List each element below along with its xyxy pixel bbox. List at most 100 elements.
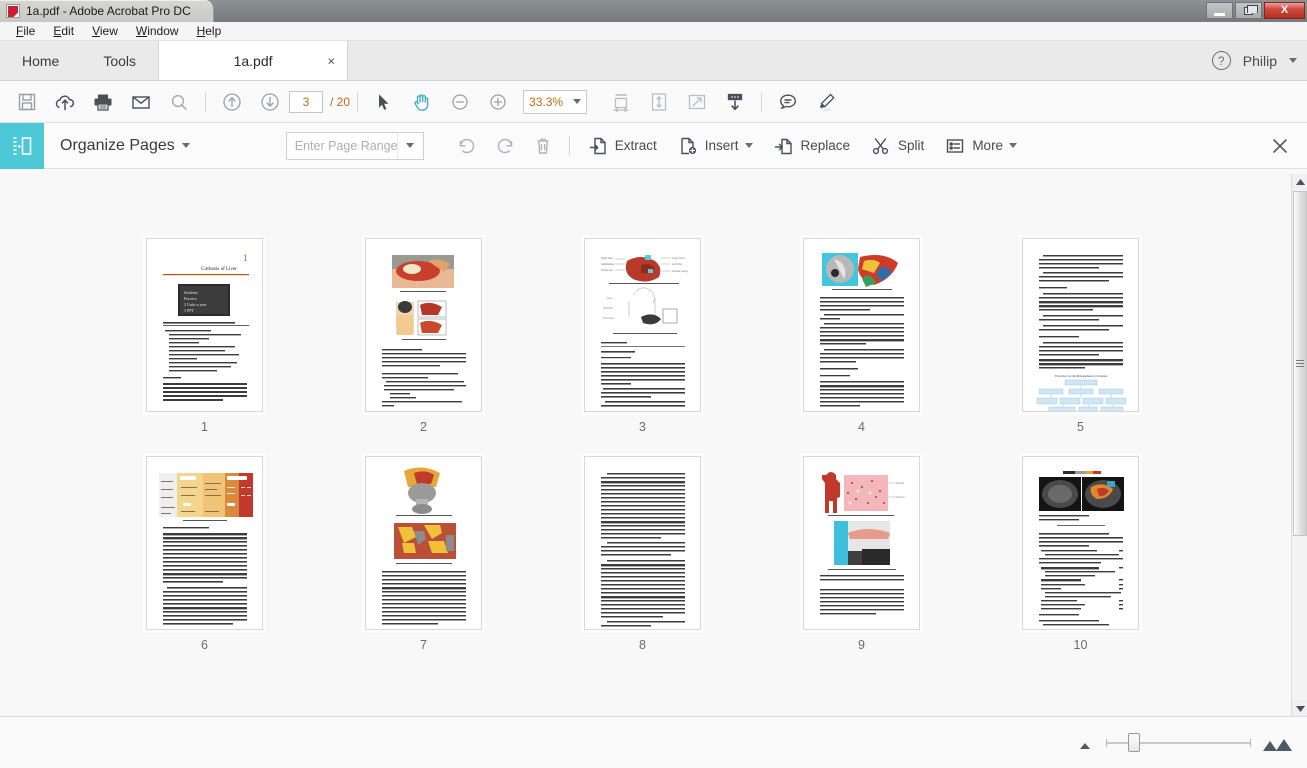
page-thumbnail[interactable]: Right lobe Gallbladder Portal vein Vena Ca…: [584, 238, 701, 412]
minimize-button[interactable]: [1206, 2, 1233, 19]
page-thumbnail-cell[interactable]: 8: [584, 456, 803, 652]
scrollbar-thumb[interactable]: [1293, 191, 1307, 536]
page-thumbnail-cell[interactable]: 6: [146, 456, 365, 652]
page-thumbnail-cell[interactable]: Right lobe Gallbladder Portal vein Vena Ca…: [584, 238, 803, 434]
fit-page-icon[interactable]: [640, 83, 678, 121]
scrollbar-grip-icon: [1296, 358, 1304, 369]
scroll-down-arrow-icon[interactable]: [1292, 700, 1307, 716]
page-number-label: 3: [639, 420, 646, 434]
menu-edit[interactable]: Edit: [45, 23, 82, 39]
close-organize-pages-icon[interactable]: [1271, 137, 1289, 155]
page-thumbnail[interactable]: [146, 456, 263, 630]
tab-tools[interactable]: Tools: [81, 41, 158, 80]
window-title: 1a.pdf - Adobe Acrobat Pro DC: [26, 4, 191, 18]
tab-document[interactable]: 1a.pdf ×: [158, 41, 349, 80]
scroll-down-icon[interactable]: [716, 83, 754, 121]
vertical-scrollbar[interactable]: [1291, 174, 1307, 716]
comment-bubble-icon[interactable]: [769, 83, 807, 121]
chevron-down-icon[interactable]: [744, 143, 753, 148]
print-icon[interactable]: [84, 83, 122, 121]
chevron-down-icon[interactable]: [573, 99, 582, 104]
cursor-arrow-icon[interactable]: [365, 83, 403, 121]
page-number-input[interactable]: 3: [289, 90, 323, 113]
upload-cloud-icon[interactable]: [46, 83, 84, 121]
arrow-up-circle-icon[interactable]: [213, 83, 251, 121]
insert-label: Insert: [704, 138, 739, 153]
menu-view[interactable]: View: [84, 23, 126, 39]
organize-pages-title-menu[interactable]: Organize Pages: [60, 137, 190, 155]
rotate-clockwise-icon[interactable]: [486, 127, 524, 165]
scroll-up-arrow-icon[interactable]: [1292, 174, 1307, 190]
chevron-down-icon[interactable]: [1009, 143, 1018, 148]
close-icon[interactable]: ×: [327, 53, 335, 68]
zoom-in-icon[interactable]: [479, 83, 517, 121]
window-controls[interactable]: X: [1206, 2, 1305, 19]
restore-button[interactable]: [1235, 2, 1262, 19]
menu-help[interactable]: Help: [189, 23, 230, 39]
svg-text:1: 1: [243, 253, 248, 263]
page-range-combobox[interactable]: Enter Page Range: [285, 131, 424, 160]
page-thumbnail[interactable]: [365, 456, 482, 630]
large-mountain-icon[interactable]: [1261, 735, 1293, 751]
tab-bar: Home Tools 1a.pdf × ? Philip: [0, 41, 1307, 81]
thumbnail-size-slider[interactable]: [1106, 733, 1251, 752]
fit-width-icon[interactable]: [602, 83, 640, 121]
email-icon[interactable]: [122, 83, 160, 121]
page-thumbnail-cell[interactable]: Flowchart for the Management of Cirrhosi…: [1022, 238, 1241, 434]
trash-icon[interactable]: [524, 127, 562, 165]
acrobat-icon: [6, 4, 20, 18]
page-thumbnail[interactable]: 1 Cirrhosis of Liver Students Practice 2 …: [146, 238, 263, 412]
highlighter-pen-icon[interactable]: [807, 83, 845, 121]
rotate-counterclockwise-icon[interactable]: [448, 127, 486, 165]
insert-button[interactable]: Insert: [667, 127, 763, 165]
svg-text:Right lobe: Right lobe: [601, 256, 613, 260]
organize-actions: Extract Insert Replace Split More: [448, 127, 1027, 165]
page-thumbnail-cell[interactable]: 10: [1022, 456, 1241, 652]
chevron-down-icon[interactable]: [396, 132, 423, 159]
organize-pages-title: Organize Pages: [60, 136, 175, 154]
page-thumbnail[interactable]: [1022, 456, 1139, 630]
save-icon[interactable]: [8, 83, 46, 121]
page-thumbnail-cell[interactable]: 1 Cirrhosis of Liver Students Practice 2 …: [146, 238, 365, 434]
zoom-level-select[interactable]: 33.3%: [523, 89, 588, 114]
page-number-label: 1: [201, 420, 208, 434]
page-thumbnail-cell[interactable]: Fibrosis Nodules 9: [803, 456, 1022, 652]
zoom-out-icon[interactable]: [441, 83, 479, 121]
page-thumbnail[interactable]: [365, 238, 482, 412]
help-icon[interactable]: ?: [1211, 51, 1231, 70]
close-button[interactable]: X: [1264, 2, 1305, 19]
split-button[interactable]: Split: [860, 127, 934, 165]
page-number-label: 5: [1077, 420, 1084, 434]
organize-pages-icon[interactable]: [0, 122, 44, 169]
page-thumbnail-cell[interactable]: 2: [365, 238, 584, 434]
page-range-placeholder: Enter Page Range: [294, 138, 398, 153]
page-thumbnail[interactable]: [584, 456, 701, 630]
extract-button[interactable]: Extract: [577, 127, 667, 165]
svg-text:2 Units a year: 2 Units a year: [184, 302, 207, 307]
page-thumbnail[interactable]: Flowchart for the Management of Cirrhosi…: [1022, 238, 1139, 412]
menu-window[interactable]: Window: [128, 23, 187, 39]
tab-home[interactable]: Home: [0, 41, 81, 80]
menu-window-rest: indow: [147, 24, 179, 38]
page-thumbnail[interactable]: [803, 238, 920, 412]
small-mountain-icon[interactable]: [1076, 737, 1096, 749]
page-thumbnail-cell[interactable]: 7: [365, 456, 584, 652]
hand-icon[interactable]: [403, 83, 441, 121]
fullscreen-icon[interactable]: [678, 83, 716, 121]
user-name-label[interactable]: Philip: [1243, 53, 1277, 69]
chevron-down-icon[interactable]: [181, 143, 190, 148]
svg-text:Practice: Practice: [184, 296, 197, 301]
menu-help-rest: elp: [205, 24, 222, 38]
more-button[interactable]: More: [934, 127, 1027, 165]
replace-button[interactable]: Replace: [763, 127, 861, 165]
replace-label: Replace: [800, 138, 851, 153]
page-thumbnail-cell[interactable]: 4: [803, 238, 1022, 434]
search-icon[interactable]: [160, 83, 198, 121]
page-thumbnail-area[interactable]: 1 Cirrhosis of Liver Students Practice 2 …: [0, 174, 1291, 716]
insert-page-icon: [677, 135, 699, 157]
page-thumbnail[interactable]: Fibrosis Nodules: [803, 456, 920, 630]
slider-handle[interactable]: [1128, 733, 1140, 752]
chevron-down-icon[interactable]: [1289, 58, 1297, 63]
menu-file[interactable]: File: [8, 23, 43, 39]
arrow-down-circle-icon[interactable]: [251, 83, 289, 121]
